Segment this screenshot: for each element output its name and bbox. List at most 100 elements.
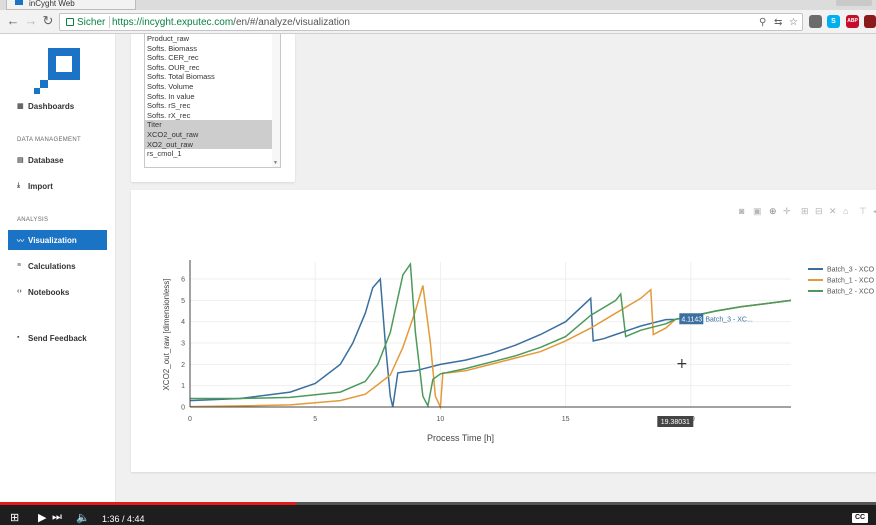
play-icon[interactable]: ▶ xyxy=(38,511,46,524)
next-icon[interactable]: ⏭ xyxy=(52,511,62,524)
variable-option[interactable]: Product_raw xyxy=(145,34,280,44)
listbox-scrollbar[interactable]: ▼ xyxy=(272,34,280,167)
import-icon: ⤓ xyxy=(17,182,21,189)
sidebar-item-label: Calculations xyxy=(28,262,76,271)
code-icon: ‹› xyxy=(17,288,22,295)
x-tick-label: 0 xyxy=(188,416,192,423)
main-content: Product_raw Softs. Biomass Softs. CER_rec S… xyxy=(116,34,876,502)
crosshair-cursor-icon: + xyxy=(676,356,688,372)
sidebar-item-notebooks[interactable]: ‹› Notebooks xyxy=(8,282,107,302)
variable-option[interactable]: Softs. Biomass xyxy=(145,44,280,54)
y-tick-label: 0 xyxy=(181,405,185,412)
sidebar-item-label: Database xyxy=(28,156,64,165)
variable-options: Product_raw Softs. Biomass Softs. CER_rec S… xyxy=(145,34,280,159)
legend-label: Batch_3 - XCO xyxy=(827,267,875,274)
scroll-down-icon[interactable]: ▼ xyxy=(273,160,278,166)
lock-icon xyxy=(66,18,74,26)
captions-button[interactable]: CC xyxy=(852,513,868,523)
line-chart[interactable]: 051015200123456Process Time [h]XCO2_out_… xyxy=(131,190,876,472)
sidebar-item-visualization[interactable]: 〰 Visualization xyxy=(8,230,107,250)
y-tick-label: 5 xyxy=(181,298,185,305)
browser-tabstrip: inCyght Web xyxy=(0,0,876,10)
y-axis-title: XCO2_out_raw [dimensionless] xyxy=(162,278,171,390)
sidebar-item-label: Import xyxy=(28,182,53,191)
sidebar-item-label: Visualization xyxy=(28,236,77,245)
secure-label: Sicher xyxy=(77,17,106,28)
variable-option[interactable]: Softs. Volume xyxy=(145,82,280,92)
y-tick-label: 2 xyxy=(181,362,185,369)
tab-title: inCyght Web xyxy=(29,0,75,8)
variable-option[interactable]: Softs. In value xyxy=(145,92,280,102)
sidebar-item-database[interactable]: ▤ Database xyxy=(8,150,107,170)
address-bar[interactable]: Sicher https://incyght.exputec.com/en/#/… xyxy=(59,13,803,31)
series-line xyxy=(190,261,792,409)
skype-icon[interactable]: S xyxy=(827,15,840,28)
url-host: https://incyght.exputec.com xyxy=(112,17,234,28)
incyght-logo xyxy=(34,42,82,98)
section-label-data-management: DATA MANAGEMENT xyxy=(17,137,81,143)
x-tick-label: 15 xyxy=(562,416,570,423)
chart-card: ◙ ▣ ⊕ ✛ ⊞ ⊟ ✕ ⌂ ⊤ ◂ 051015200123456Proce… xyxy=(131,190,876,472)
reload-icon[interactable]: ↻ xyxy=(41,14,55,28)
variable-option[interactable]: Softs. rS_rec xyxy=(145,101,280,111)
chart-legend[interactable]: Batch_3 - XCO Batch_1 - XCO Batch_2 - XCO xyxy=(808,267,875,296)
url-text[interactable]: https://incyght.exputec.com/en/#/analyze… xyxy=(112,17,350,28)
extension-red-icon[interactable] xyxy=(864,15,876,28)
dashboard-icon: ▦ xyxy=(17,103,24,110)
extension-icon[interactable] xyxy=(809,15,822,28)
sidebar-item-label: Dashboards xyxy=(28,102,75,111)
chart-axes: 051015200123456Process Time [h]XCO2_out_… xyxy=(162,260,791,443)
x-tick-label: 10 xyxy=(437,416,445,423)
variable-option[interactable]: Softs. rX_rec xyxy=(145,111,280,121)
video-progress-fill xyxy=(0,502,297,505)
y-tick-label: 4 xyxy=(181,319,185,326)
line-chart-icon: 〰 xyxy=(17,238,24,245)
y-tick-label: 3 xyxy=(181,341,185,348)
sidebar-item-send-feedback[interactable]: ▪ Send Feedback xyxy=(8,328,107,348)
y-tick-label: 1 xyxy=(181,383,185,390)
sidebar-item-label: Notebooks xyxy=(28,288,70,297)
star-icon[interactable]: ☆ xyxy=(789,17,798,28)
window-control-button[interactable] xyxy=(836,0,872,6)
forward-icon[interactable]: → xyxy=(24,14,38,28)
sidebar-item-label: Send Feedback xyxy=(28,334,87,343)
variable-option[interactable]: Softs. CER_rec xyxy=(145,53,280,63)
volume-icon[interactable]: 🔈 xyxy=(76,511,90,524)
variable-option[interactable]: Softs. Total Biomass xyxy=(145,72,280,82)
video-time: 1:36 / 4:44 xyxy=(102,514,145,524)
adblock-icon[interactable]: ABP xyxy=(846,15,859,28)
x-hover-label: 19.38031 xyxy=(661,419,690,426)
y-tick-label: 6 xyxy=(181,277,185,284)
chart-grid xyxy=(189,262,791,408)
variable-option[interactable]: XO2_out_raw xyxy=(145,139,280,150)
variable-option[interactable]: Titer xyxy=(145,120,280,130)
variable-option[interactable]: XCO2_out_raw xyxy=(145,129,280,140)
incyght-favicon-icon xyxy=(15,0,23,5)
sidebar-item-import[interactable]: ⤓ Import xyxy=(8,176,107,196)
legend-label: Batch_2 - XCO xyxy=(827,289,875,296)
series-line xyxy=(189,285,792,410)
file-icon: ▤ xyxy=(17,157,24,164)
back-icon[interactable]: ← xyxy=(6,14,20,28)
windows-start-icon[interactable]: ⊞ xyxy=(10,511,19,524)
url-separator xyxy=(109,16,110,28)
browser-toolbar: ← → ↻ Sicher https://incyght.exputec.com… xyxy=(0,10,876,34)
y-hover-label: 4.1143 xyxy=(681,316,702,323)
variable-option[interactable]: Softs. OUR_rec xyxy=(145,63,280,73)
comment-icon: ▪ xyxy=(17,334,20,341)
variable-option[interactable]: rs_cmol_1 xyxy=(145,149,280,159)
url-path: /en/#/analyze/visualization xyxy=(233,17,350,28)
sidebar: ▦ Dashboards DATA MANAGEMENT ▤ Database … xyxy=(0,34,116,502)
variable-listbox[interactable]: Product_raw Softs. Biomass Softs. CER_rec S… xyxy=(144,34,281,168)
hover-series-label: Batch_3 - XC... xyxy=(705,316,753,323)
browser-tab[interactable]: inCyght Web xyxy=(6,0,136,10)
sidebar-item-dashboards[interactable]: ▦ Dashboards xyxy=(8,96,107,116)
translate-icon[interactable]: ⇆ xyxy=(774,17,782,28)
x-axis-title: Process Time [h] xyxy=(427,433,494,443)
chart-hover-labels: 19.38031 4.1143 Batch_3 - XC... + xyxy=(657,313,753,427)
x-tick-label: 5 xyxy=(313,416,317,423)
variable-selector-card: Product_raw Softs. Biomass Softs. CER_rec S… xyxy=(131,34,295,182)
zoom-icon[interactable]: ⚲ xyxy=(759,17,766,28)
list-icon: ≡ xyxy=(17,262,22,269)
sidebar-item-calculations[interactable]: ≡ Calculations xyxy=(8,256,107,276)
